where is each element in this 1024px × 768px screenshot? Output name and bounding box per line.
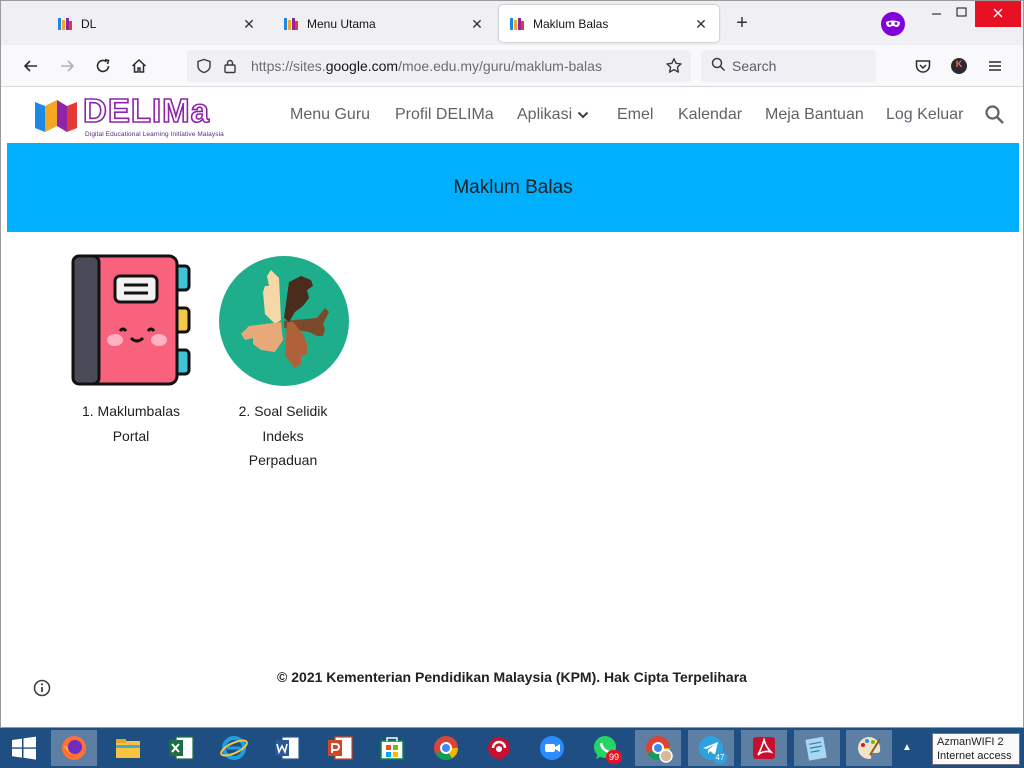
new-tab-icon[interactable]: + [732, 13, 752, 33]
private-browsing-icon [881, 12, 905, 36]
maklumbalas-portal-image[interactable] [71, 254, 191, 386]
taskbar: 99 47 ▲ AzmanWIFI 2 Internet access [0, 728, 1024, 768]
caption-line: Perpaduan [248, 452, 318, 468]
unity-hands-icon [219, 256, 349, 386]
soal-selidik-image[interactable] [219, 256, 349, 386]
close-tab-icon[interactable]: ✕ [241, 16, 257, 32]
soal-selidik-link[interactable]: 2. Soal Selidik Indeks Perpaduan [209, 399, 357, 473]
microsoft-store-taskbar-icon[interactable] [369, 730, 415, 766]
account-initial: K [955, 59, 963, 69]
file-explorer-taskbar-icon[interactable] [105, 730, 151, 766]
tab-strip: DL ✕ Menu Utama ✕ Maklum Balas ✕ + [1, 1, 1023, 45]
site-header: DELIMa Digital Educational Learning Init… [1, 88, 1023, 143]
notebook-icon [71, 254, 191, 386]
shield-icon[interactable] [195, 57, 213, 75]
close-tab-icon[interactable]: ✕ [693, 16, 709, 32]
page-banner: Maklum Balas [7, 143, 1019, 232]
back-arrow-icon[interactable] [19, 54, 43, 78]
url-path: /moe.edu.my/guru/maklum-balas [398, 58, 602, 74]
url-prefix: https://sites. [251, 58, 326, 74]
page-title: Maklum Balas [453, 176, 573, 198]
logo-tagline: Digital Educational Learning Initiative … [85, 131, 224, 138]
caption-line: 2. Soal Selidik [238, 403, 328, 419]
info-icon[interactable] [33, 679, 51, 697]
internet-explorer-taskbar-icon[interactable] [211, 730, 257, 766]
nav-log-keluar[interactable]: Log Keluar [886, 106, 963, 124]
delima-favicon-icon [284, 17, 298, 30]
word-taskbar-icon[interactable] [264, 730, 310, 766]
chrome-profile-taskbar-icon[interactable] [635, 730, 681, 766]
whatsapp-unread-badge: 99 [606, 750, 622, 764]
caption-line: 1. Maklumbalas [81, 403, 181, 419]
nav-aplikasi-label: Aplikasi [517, 106, 573, 123]
caption-line: Indeks [262, 427, 304, 444]
powerpoint-taskbar-icon[interactable] [317, 730, 363, 766]
forward-arrow-icon[interactable] [55, 54, 79, 78]
url-host: google.com [325, 58, 399, 74]
notepad-taskbar-icon[interactable] [794, 730, 840, 766]
search-icon [711, 57, 726, 75]
nav-meja-bantuan[interactable]: Meja Bantuan [765, 106, 864, 124]
url-text[interactable]: https://sites.google.com/moe.edu.my/guru… [251, 58, 602, 74]
page-content: DELIMa Digital Educational Learning Init… [1, 88, 1023, 727]
nav-profil-delima[interactable]: Profil DELIMa [395, 106, 494, 124]
tooltip-line: Internet access [937, 750, 1012, 762]
wifi-tooltip: AzmanWIFI 2 Internet access [932, 733, 1020, 765]
account-avatar[interactable]: K [947, 54, 971, 78]
show-hidden-icons-icon[interactable]: ▲ [902, 742, 912, 753]
tab-dl[interactable]: DL ✕ [47, 5, 267, 42]
maklumbalas-portal-link[interactable]: 1. Maklumbalas Portal [56, 399, 206, 448]
acrobat-taskbar-icon[interactable] [741, 730, 787, 766]
tab-maklum-balas[interactable]: Maklum Balas ✕ [499, 5, 719, 42]
close-window-icon[interactable] [975, 1, 1021, 27]
delima-favicon-icon [58, 17, 72, 30]
windows-start-icon[interactable] [6, 734, 42, 762]
tab-title: Menu Utama [307, 16, 376, 31]
paint-taskbar-icon[interactable] [846, 730, 892, 766]
tab-title: DL [81, 16, 97, 31]
nav-menu-guru[interactable]: Menu Guru [290, 106, 370, 124]
zoom-taskbar-icon[interactable] [529, 730, 575, 766]
site-search-icon[interactable] [984, 104, 1006, 126]
chrome-taskbar-icon[interactable] [423, 730, 469, 766]
browser-window: DL ✕ Menu Utama ✕ Maklum Balas ✕ + https… [0, 0, 1024, 728]
nav-aplikasi[interactable]: Aplikasi [517, 106, 590, 124]
navigation-toolbar: https://sites.google.com/moe.edu.my/guru… [1, 45, 1023, 87]
delima-favicon-icon [510, 17, 524, 30]
bookmark-star-icon[interactable] [665, 57, 683, 78]
telegram-taskbar-icon[interactable]: 47 [688, 730, 734, 766]
close-tab-icon[interactable]: ✕ [469, 16, 485, 32]
chevron-down-icon [577, 111, 589, 119]
logo-wordmark: DELIMa [82, 91, 211, 130]
tooltip-line: AzmanWIFI 2 [937, 736, 1004, 748]
hamburger-menu-icon[interactable] [983, 54, 1007, 78]
search-placeholder: Search [732, 58, 777, 74]
lock-icon[interactable] [221, 57, 239, 75]
caption-line: Portal [112, 427, 150, 444]
delima-logo[interactable]: DELIMa Digital Educational Learning Init… [33, 91, 233, 138]
nav-emel[interactable]: Emel [617, 106, 653, 124]
whatsapp-taskbar-icon[interactable]: 99 [582, 730, 628, 766]
tab-title: Maklum Balas [533, 16, 609, 31]
maximize-icon[interactable] [945, 1, 979, 27]
nav-kalendar[interactable]: Kalendar [678, 106, 742, 124]
antivirus-taskbar-icon[interactable] [476, 730, 522, 766]
firefox-taskbar-icon[interactable] [51, 730, 97, 766]
reload-icon[interactable] [91, 54, 115, 78]
url-bar[interactable]: https://sites.google.com/moe.edu.my/guru… [187, 50, 691, 82]
tab-menu-utama[interactable]: Menu Utama ✕ [273, 5, 495, 42]
home-icon[interactable] [127, 54, 151, 78]
pocket-icon[interactable] [911, 54, 935, 78]
excel-taskbar-icon[interactable] [158, 730, 204, 766]
telegram-unread-badge: 47 [713, 752, 727, 764]
search-input[interactable]: Search [701, 50, 876, 82]
footer-copyright: © 2021 Kementerian Pendidikan Malaysia (… [277, 669, 747, 685]
